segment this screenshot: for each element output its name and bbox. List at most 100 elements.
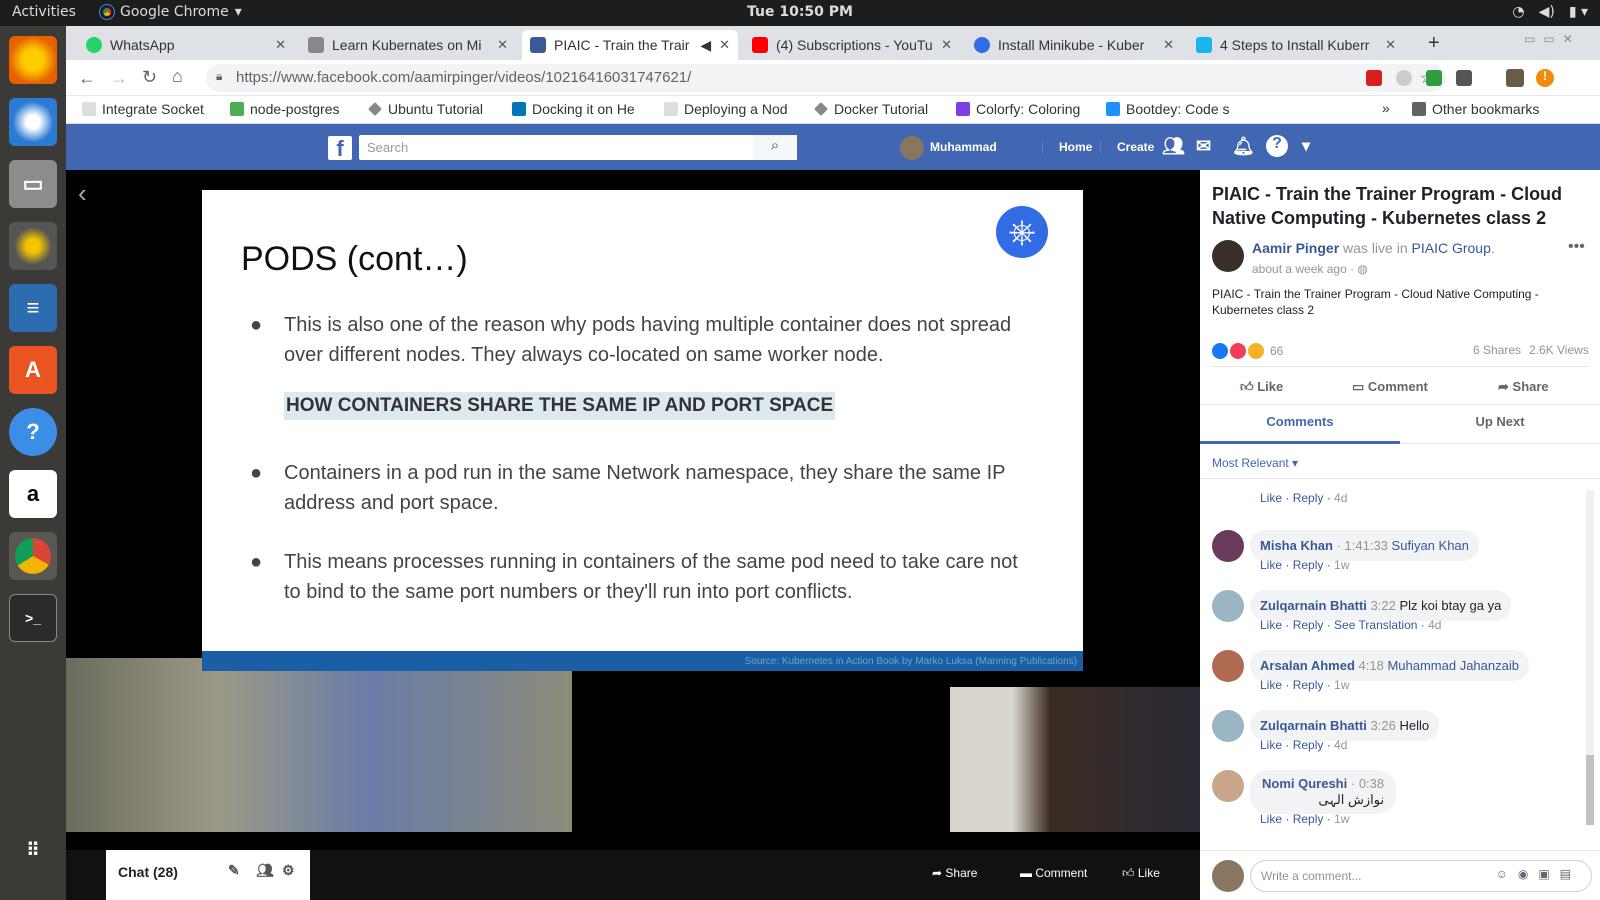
close-icon[interactable]: ✕	[1385, 37, 1396, 53]
comment-like[interactable]: Like	[1260, 738, 1282, 752]
comment-reply[interactable]: Reply	[1293, 618, 1324, 632]
tab-youtube-subscriptions[interactable]: (4) Subscriptions - YouTu ✕	[744, 30, 960, 60]
avatar[interactable]	[900, 136, 924, 160]
bookmark-item[interactable]: Ubuntu Tutorial	[368, 101, 508, 117]
author-link[interactable]: Aamir Pinger	[1252, 240, 1339, 256]
tab-install-minikube[interactable]: Install Minikube - Kuber ✕	[966, 30, 1182, 60]
chat-tab[interactable]: Chat (28) ✎ 👥︎ ⚙	[106, 850, 310, 900]
close-icon[interactable]: ✕	[1163, 37, 1174, 53]
create-link[interactable]: Create	[1100, 140, 1154, 154]
avatar[interactable]	[1212, 650, 1244, 682]
search-input[interactable]: Search ⌕	[359, 135, 797, 160]
comment-timestamp[interactable]: · 0:38	[1351, 776, 1384, 791]
home-link[interactable]: Home	[1042, 140, 1092, 154]
close-icon[interactable]: ✕	[941, 37, 952, 53]
more-options-icon[interactable]: •••	[1568, 238, 1585, 256]
profile-link[interactable]: Muhammad	[930, 140, 997, 154]
comment-sort-dropdown[interactable]: Most Relevant ▾	[1212, 456, 1298, 470]
new-tab-button[interactable]: +	[1428, 32, 1440, 55]
eyedropper-icon[interactable]	[1456, 70, 1472, 86]
home-button[interactable]: ⌂	[172, 66, 183, 87]
comment-reply[interactable]: Reply	[1293, 678, 1324, 692]
bookmark-item[interactable]: node-postgres	[230, 101, 370, 117]
comment-text[interactable]: Sufiyan Khan	[1392, 538, 1469, 553]
comment-timestamp[interactable]: 3:22	[1371, 598, 1396, 613]
address-bar[interactable]: 🔒︎ https://www.facebook.com/aamirpinger/…	[206, 64, 1446, 92]
chrome-menu-icon[interactable]: !	[1536, 69, 1554, 87]
terminal-icon[interactable]: >_	[9, 594, 57, 642]
extension-icon[interactable]	[1396, 70, 1412, 86]
bookmark-item[interactable]: Docker Tutorial	[814, 101, 954, 117]
more-bookmarks-icon[interactable]: »	[1382, 100, 1390, 116]
share-button[interactable]: ➦ Share	[932, 866, 977, 880]
bookmark-item[interactable]: Integrate Socket	[82, 101, 212, 117]
thunderbird-icon[interactable]	[9, 98, 57, 146]
chrome-dock-icon[interactable]	[9, 532, 57, 580]
tab-piaic-facebook[interactable]: PIAIC - Train the Trair ◀ ✕	[522, 30, 738, 60]
tab-install-kubernetes[interactable]: 4 Steps to Install Kuberr ✕	[1188, 30, 1404, 60]
gear-icon[interactable]: ⚙	[282, 862, 295, 879]
wifi-icon[interactable]: ◔	[1512, 4, 1524, 20]
comment-reply[interactable]: Reply	[1293, 812, 1324, 826]
comment-input[interactable]: Write a comment... ☺◉▣▤	[1250, 860, 1592, 892]
avatar[interactable]	[1212, 770, 1244, 802]
bookmark-item[interactable]: Colorfy: Coloring	[956, 101, 1096, 117]
group-link[interactable]: PIAIC Group	[1412, 240, 1491, 256]
commenter-name[interactable]: Misha Khan	[1260, 538, 1333, 553]
avatar[interactable]	[1212, 590, 1244, 622]
volume-icon[interactable]: ◀)	[1539, 4, 1555, 20]
comment-timestamp[interactable]: 4:18	[1359, 658, 1384, 673]
window-controls[interactable]: ▭▭✕	[1524, 32, 1581, 46]
friends-icon[interactable]: 👥︎	[1162, 136, 1185, 157]
comment-like[interactable]: Like	[1260, 812, 1282, 826]
like-button[interactable]: 👍︎ Like	[1122, 866, 1160, 881]
bookmark-item[interactable]: Docking it on He	[512, 101, 652, 117]
comment-reply[interactable]: Reply	[1293, 738, 1324, 752]
forward-button[interactable]: →	[110, 68, 128, 89]
comment-button[interactable]: ▬ Comment	[1020, 866, 1087, 880]
avatar[interactable]	[1212, 240, 1244, 272]
avatar[interactable]	[1212, 530, 1244, 562]
bookmark-item[interactable]: Bootdey: Code s	[1106, 101, 1242, 117]
commenter-name[interactable]: Zulqarnain Bhatti	[1260, 598, 1367, 613]
post-share-button[interactable]: ➦ Share	[1498, 379, 1549, 395]
speaker-icon[interactable]: ◀	[700, 37, 711, 54]
comment-like[interactable]: Like	[1260, 558, 1282, 572]
cors-extension-icon[interactable]	[1426, 70, 1442, 86]
avatar[interactable]	[1212, 710, 1244, 742]
comment-timestamp[interactable]: · 1:41:33	[1337, 538, 1388, 553]
software-center-icon[interactable]: A	[9, 346, 57, 394]
help-icon[interactable]: ?	[9, 408, 57, 456]
profile-avatar[interactable]	[1506, 69, 1524, 87]
close-icon[interactable]: ✕	[497, 37, 508, 53]
clock[interactable]: Tue 10:50 PM	[0, 4, 1600, 20]
notifications-icon[interactable]: 🔔︎	[1232, 136, 1255, 157]
scrollbar-thumb[interactable]	[1586, 755, 1594, 825]
other-bookmarks[interactable]: Other bookmarks	[1412, 101, 1539, 117]
previous-arrow-icon[interactable]: ‹	[78, 178, 87, 209]
commenter-name[interactable]: Arsalan Ahmed	[1260, 658, 1355, 673]
tab-learn-kubernetes[interactable]: Learn Kubernates on Mi ✕	[300, 30, 516, 60]
battery-icon[interactable]: ▮ ▾	[1569, 4, 1588, 20]
comment-timestamp[interactable]: 3:26	[1371, 718, 1396, 733]
compose-icon[interactable]: ✎	[228, 862, 240, 879]
comment-input-tools[interactable]: ☺◉▣▤	[1496, 867, 1581, 881]
messenger-icon[interactable]: ✉	[1196, 136, 1211, 157]
commenter-name[interactable]: Zulqarnain Bhatti	[1260, 718, 1367, 733]
comment-reply[interactable]: Reply	[1293, 558, 1324, 572]
comment-text[interactable]: Muhammad Jahanzaib	[1387, 658, 1519, 673]
close-icon[interactable]: ✕	[719, 37, 730, 53]
share-count[interactable]: 6 Shares	[1473, 343, 1521, 357]
back-button[interactable]: ←	[78, 68, 96, 89]
chevron-down-icon[interactable]: ▾	[1302, 136, 1310, 156]
post-like-button[interactable]: 👍︎ Like	[1240, 379, 1283, 395]
search-icon[interactable]: ⌕	[753, 135, 797, 160]
commenter-name[interactable]: Nomi Qureshi	[1262, 776, 1347, 791]
close-icon[interactable]: ✕	[275, 37, 286, 53]
app-grid-icon[interactable]: ⠿	[9, 826, 57, 874]
tab-up-next[interactable]: Up Next	[1400, 404, 1600, 444]
tab-comments[interactable]: Comments	[1200, 404, 1400, 444]
post-comment-button[interactable]: ▭ Comment	[1352, 379, 1428, 395]
tab-whatsapp[interactable]: WhatsApp ✕	[78, 30, 294, 60]
firefox-icon[interactable]	[9, 36, 57, 84]
